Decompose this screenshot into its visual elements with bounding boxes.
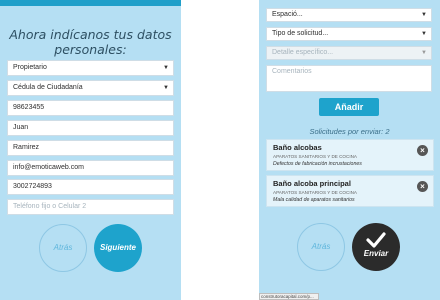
pending-requests-label: Solicitudes por enviar: 2 xyxy=(309,127,390,136)
personal-data-panel: Ahora indícanos tus datos personales: Pr… xyxy=(0,0,181,300)
mobile-field[interactable]: 3002724893 xyxy=(7,179,174,195)
request-description: Mala calidad de aparatos sanitarios xyxy=(273,197,355,203)
request-card: Baño alcoba principal APARATOS SANITARIO… xyxy=(266,175,434,207)
back-button-label: Atrás xyxy=(53,243,73,252)
close-icon[interactable]: × xyxy=(417,145,428,156)
chevron-down-icon: ▼ xyxy=(421,50,427,56)
request-title: Baño alcobas xyxy=(273,143,322,152)
close-icon[interactable]: × xyxy=(417,181,428,192)
request-title: Baño alcoba principal xyxy=(273,179,351,188)
request-type-select-value: Tipo de solicitud... xyxy=(272,30,329,37)
top-bar xyxy=(0,0,181,6)
request-category: APARATOS SANITARIOS Y DE COCINA xyxy=(273,190,357,195)
relationship-select-value: Propietario xyxy=(13,64,47,71)
chevron-down-icon: ▼ xyxy=(421,31,427,37)
document-type-select-value: Cédula de Ciudadanía xyxy=(13,84,83,91)
request-type-select[interactable]: Tipo de solicitud... ▼ xyxy=(266,27,432,41)
chevron-down-icon: ▼ xyxy=(421,12,427,18)
request-card: Baño alcobas APARATOS SANITARIOS Y DE CO… xyxy=(266,139,434,171)
relationship-select[interactable]: Propietario ▼ xyxy=(7,60,174,76)
detail-select-value: Detalle específico... xyxy=(272,49,334,56)
document-number-field[interactable]: 98623455 xyxy=(7,100,174,116)
status-bar-url: construtoracapital.com/p... xyxy=(259,293,319,300)
requests-panel: Espació... ▼ Tipo de solicitud... ▼ Deta… xyxy=(259,0,440,300)
next-button[interactable]: Siguiente xyxy=(94,224,142,272)
back-button-label: Atrás xyxy=(311,242,331,251)
chevron-down-icon: ▼ xyxy=(163,85,169,91)
add-button-label: Añadir xyxy=(334,102,364,112)
detail-select[interactable]: Detalle específico... ▼ xyxy=(266,46,432,60)
checkmark-icon xyxy=(366,232,386,248)
next-button-label: Siguiente xyxy=(99,243,136,252)
send-button-label: Enviar xyxy=(363,249,389,258)
back-button[interactable]: Atrás xyxy=(297,223,345,271)
space-select[interactable]: Espació... ▼ xyxy=(266,8,432,22)
heading-line-2: personales: xyxy=(54,42,127,57)
heading-line-1: Ahora indícanos tus datos xyxy=(9,27,172,42)
personal-data-heading: Ahora indícanos tus datos personales: xyxy=(0,27,181,57)
back-button[interactable]: Atrás xyxy=(39,224,87,272)
request-description: Defectos de fabricación incrustaciones xyxy=(273,161,362,167)
comments-textarea[interactable]: Comentarios xyxy=(266,65,432,92)
send-button[interactable]: Enviar xyxy=(352,223,400,271)
last-name-field[interactable]: Ramirez xyxy=(7,140,174,156)
phone-field[interactable]: Teléfono fijo o Celular 2 xyxy=(7,199,174,215)
first-name-field[interactable]: Juan xyxy=(7,120,174,136)
chevron-down-icon: ▼ xyxy=(163,65,169,71)
document-type-select[interactable]: Cédula de Ciudadanía ▼ xyxy=(7,80,174,96)
add-button[interactable]: Añadir xyxy=(319,98,379,116)
space-select-value: Espació... xyxy=(272,11,303,18)
request-category: APARATOS SANITARIOS Y DE COCINA xyxy=(273,154,357,159)
email-field[interactable]: info@emoticaweb.com xyxy=(7,160,174,176)
